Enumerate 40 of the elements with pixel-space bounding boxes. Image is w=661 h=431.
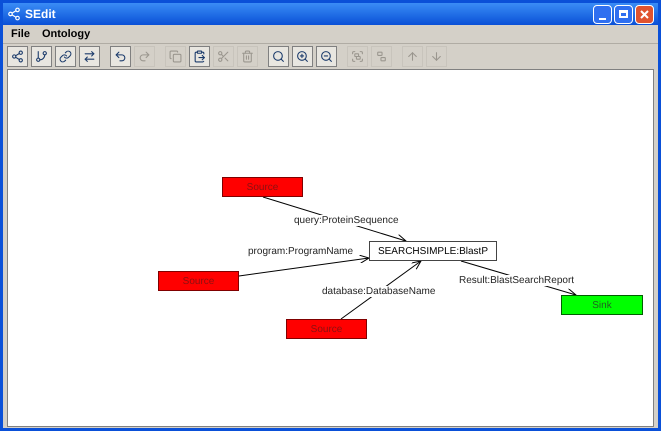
toolbar-button[interactable] xyxy=(7,46,28,67)
toolbar-button[interactable] xyxy=(79,46,100,67)
up-arrow-icon xyxy=(406,50,419,63)
graph-icon xyxy=(11,50,24,63)
down-arrow-icon xyxy=(430,50,443,63)
edge-label: query:ProteinSequence xyxy=(294,215,399,226)
zoom-out-icon xyxy=(320,50,333,63)
service-node[interactable]: SEARCHSIMPLE:BlastP xyxy=(369,241,497,261)
ungroup-icon xyxy=(375,50,388,63)
swap-icon xyxy=(83,50,96,63)
paste-icon xyxy=(193,50,206,63)
delete-icon xyxy=(241,50,254,63)
app-icon xyxy=(7,7,21,21)
edge-label: database:DatabaseName xyxy=(322,286,436,297)
toolbar-button[interactable] xyxy=(189,46,210,67)
cut-icon xyxy=(217,50,230,63)
sink-node[interactable]: Sink xyxy=(561,295,643,315)
redo-icon xyxy=(138,50,151,63)
branch-icon xyxy=(35,50,48,63)
edge-label: program:ProgramName xyxy=(248,246,354,257)
toolbar-button[interactable] xyxy=(316,46,337,67)
toolbar-button[interactable] xyxy=(31,46,52,67)
zoom-in-icon xyxy=(296,50,309,63)
maximize-button[interactable] xyxy=(614,4,633,24)
close-icon xyxy=(640,10,649,18)
toolbar-button[interactable] xyxy=(55,46,76,67)
window-title: SEdit xyxy=(25,6,56,23)
link-icon xyxy=(59,50,72,63)
toolbar-button[interactable] xyxy=(268,46,289,67)
copy-icon xyxy=(169,50,182,63)
menu-item[interactable]: Ontology xyxy=(42,26,90,42)
menu-item[interactable]: File xyxy=(11,26,30,42)
minimize-button[interactable] xyxy=(593,4,612,24)
undo-icon xyxy=(114,50,127,63)
edge-label: Result:BlastSearchReport xyxy=(459,275,574,286)
group-icon xyxy=(351,50,364,63)
toolbar-button[interactable] xyxy=(292,46,313,67)
search-icon xyxy=(272,50,285,63)
toolbar-button[interactable] xyxy=(110,46,131,67)
close-button[interactable] xyxy=(635,4,654,24)
